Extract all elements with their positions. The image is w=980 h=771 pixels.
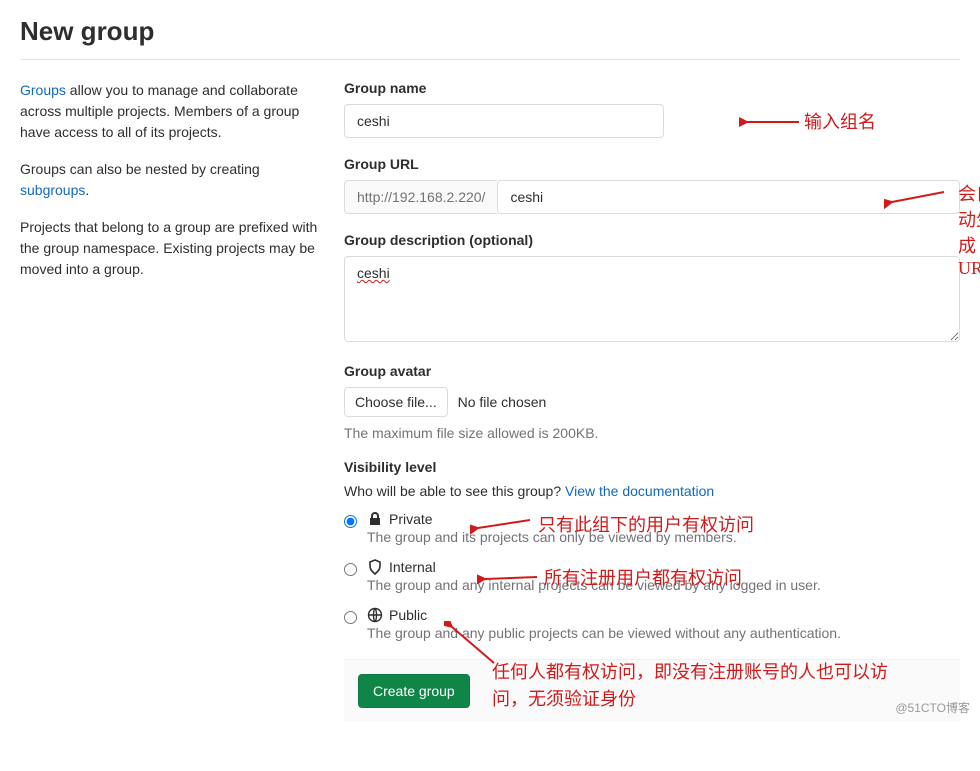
form-actions: Create group (344, 659, 960, 722)
field-group-avatar: Group avatar Choose file... No file chos… (344, 363, 960, 441)
help-p2: Groups can also be nested by creating su… (20, 159, 320, 201)
page-title: New group (20, 16, 960, 47)
shield-icon (367, 559, 383, 575)
radio-public[interactable] (344, 611, 357, 624)
globe-icon (367, 607, 383, 623)
field-group-name: Group name 输入组名 (344, 80, 960, 138)
visibility-subtext: Who will be able to see this group? View… (344, 483, 960, 499)
avatar-hint: The maximum file size allowed is 200KB. (344, 425, 960, 441)
annotation-arrow-icon (470, 514, 540, 538)
visibility-option-internal[interactable]: Internal The group and any internal proj… (344, 559, 960, 593)
annotation-text: 输入组名 (804, 108, 876, 134)
watermark: @51CTO博客 (895, 699, 970, 716)
annotation-arrow-icon (477, 567, 547, 591)
label-group-url: Group URL (344, 156, 960, 172)
annotation-arrow-icon (739, 110, 809, 134)
lock-icon (367, 511, 383, 527)
url-row: http://192.168.2.220/ (344, 180, 960, 214)
field-group-url: Group URL http://192.168.2.220/ 会自动生成URL (344, 156, 960, 214)
internal-desc: The group and any internal projects can … (367, 577, 821, 593)
public-title: Public (389, 607, 427, 623)
label-group-avatar: Group avatar (344, 363, 960, 379)
internal-title: Internal (389, 559, 436, 575)
private-desc: The group and its projects can only be v… (367, 529, 737, 545)
radio-private[interactable] (344, 515, 357, 528)
private-title: Private (389, 511, 433, 527)
annotation-arrow-icon (884, 186, 954, 210)
create-group-button[interactable]: Create group (358, 674, 470, 708)
public-desc: The group and any public projects can be… (367, 625, 841, 641)
no-file-chosen: No file chosen (458, 394, 547, 410)
groups-link[interactable]: Groups (20, 82, 66, 98)
label-group-name: Group name (344, 80, 960, 96)
help-p2-pre: Groups can also be nested by creating (20, 161, 260, 177)
help-p1: Groups allow you to manage and collabora… (20, 80, 320, 143)
subgroups-link[interactable]: subgroups (20, 182, 85, 198)
form-area: Group name 输入组名 Group URL http://192.168… (344, 80, 960, 722)
help-p2-post: . (85, 182, 89, 198)
annotation-arrow-icon (444, 621, 524, 671)
choose-file-button[interactable]: Choose file... (344, 387, 448, 417)
input-group-description[interactable]: ceshi (344, 256, 960, 342)
visibility-sub-pre: Who will be able to see this group? (344, 483, 565, 499)
label-group-description: Group description (optional) (344, 232, 960, 248)
label-visibility: Visibility level (344, 459, 960, 475)
input-group-name[interactable] (344, 104, 664, 138)
help-p3: Projects that belong to a group are pref… (20, 217, 320, 280)
annotation-text: 会自动生成URL (958, 180, 980, 279)
field-visibility: Visibility level Who will be able to see… (344, 459, 960, 641)
sidebar-help: Groups allow you to manage and collabora… (20, 80, 320, 722)
view-docs-link[interactable]: View the documentation (565, 483, 714, 499)
url-prefix: http://192.168.2.220/ (344, 180, 497, 214)
field-group-description: Group description (optional) ceshi (344, 232, 960, 345)
radio-internal[interactable] (344, 563, 357, 576)
visibility-option-public[interactable]: Public The group and any public projects… (344, 607, 960, 641)
visibility-option-private[interactable]: Private The group and its projects can o… (344, 511, 960, 545)
divider (20, 59, 960, 60)
